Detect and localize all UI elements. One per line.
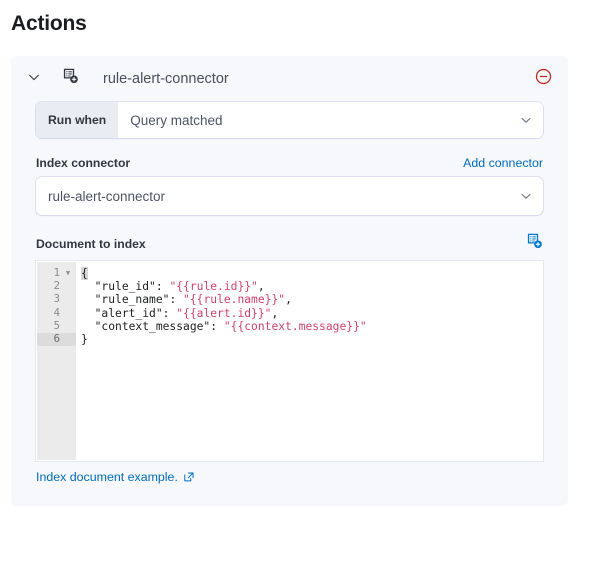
code-token-punct: :: [155, 280, 170, 294]
editor-line-number: 2▼: [53, 280, 60, 293]
index-connector-selected-value: rule-alert-connector: [48, 188, 166, 204]
code-token-punct: ,: [257, 280, 265, 294]
editor-code-line: "rule_id": "{{rule.id}}",: [81, 280, 542, 293]
add-variable-button[interactable]: [526, 233, 543, 255]
chevron-down-icon: [519, 113, 533, 127]
document-to-index-row: Document to index 1 ▼ 2 3 4 5 6 {"rule_…: [36, 233, 543, 484]
index-connector-select[interactable]: rule-alert-connector: [36, 177, 543, 215]
code-token-str: "{{context.message}}": [223, 319, 367, 333]
code-token-punct: [81, 293, 95, 306]
code-token-key: "rule_id": [94, 280, 156, 294]
run-when-group: Run when Query matched: [36, 102, 543, 138]
page-title: Actions: [11, 12, 87, 35]
add-connector-link[interactable]: Add connector: [463, 156, 543, 170]
editor-gutter: 1▼2▼3▼4▼5▼6▼: [37, 262, 76, 460]
run-when-label: Run when: [36, 102, 119, 138]
code-token-key: "context_message": [94, 319, 211, 333]
code-token-punct: [81, 280, 95, 293]
code-token-key: "rule_name": [94, 293, 170, 307]
editor-code-line: "alert_id": "{{alert.id}}",: [81, 307, 542, 320]
index-connector-head: Index connector Add connector: [36, 156, 543, 170]
editor-line-number: 1 ▼: [53, 267, 72, 279]
collapse-toggle-button[interactable]: [25, 70, 43, 88]
run-when-selected-value: Query matched: [130, 112, 223, 128]
index-document-icon: [526, 233, 543, 255]
action-panel-header: rule-alert-connector: [11, 56, 568, 102]
editor-line-number: 3▼: [53, 293, 60, 306]
action-panel-body: Run when Query matched Index connector A…: [11, 102, 568, 506]
code-token-str: "{{rule.name}}": [183, 293, 286, 307]
code-token-punct: :: [162, 306, 177, 320]
editor-code-line: {: [81, 267, 542, 280]
fold-triangle-icon[interactable]: ▼: [64, 270, 72, 277]
index-connector-row: Index connector Add connector rule-alert…: [36, 156, 543, 215]
chevron-down-icon: [27, 70, 41, 89]
document-to-index-head: Document to index: [36, 233, 543, 255]
code-token-key: "alert_id": [94, 306, 163, 320]
editor-code-line: "context_message": "{{context.message}}": [81, 320, 542, 333]
code-token-str: "{{alert.id}}": [176, 306, 272, 320]
run-when-select[interactable]: Query matched: [118, 102, 543, 138]
editor-line-number: 5▼: [53, 319, 60, 332]
document-to-index-label: Document to index: [36, 237, 146, 251]
action-panel: rule-alert-connector Run when Query matc…: [11, 56, 568, 506]
code-token-punct: [81, 320, 95, 333]
code-token-punct: }: [81, 332, 88, 346]
code-token-str: "{{rule.id}}": [169, 280, 258, 294]
circle-minus-icon: [535, 68, 552, 90]
index-document-icon: [62, 68, 79, 90]
code-token-punct: {: [81, 267, 88, 280]
editor-line-number: 4▼: [53, 306, 60, 319]
code-token-punct: ,: [271, 306, 279, 320]
code-token-punct: ,: [285, 293, 292, 307]
editor-code-line: }: [81, 333, 542, 346]
index-document-example-link[interactable]: Index document example.: [36, 470, 178, 484]
external-link-icon[interactable]: [183, 471, 195, 483]
code-token-punct: :: [169, 293, 184, 307]
index-connector-label: Index connector: [36, 156, 131, 170]
chevron-down-icon: [519, 189, 533, 203]
remove-action-button[interactable]: [532, 68, 554, 90]
action-type-icon-wrapper: [62, 68, 79, 90]
action-connector-name: rule-alert-connector: [103, 71, 229, 87]
editor-code-area[interactable]: { "rule_id": "{{rule.id}}", "rule_name":…: [76, 262, 542, 460]
code-token-punct: :: [210, 319, 224, 333]
editor-code-line: "rule_name": "{{rule.name}}",: [81, 293, 542, 306]
document-to-index-editor[interactable]: 1▼2▼3▼4▼5▼6▼ { "rule_id": "{{rule.id}}",…: [36, 261, 543, 461]
run-when-row: Run when Query matched: [36, 102, 543, 138]
code-token-punct: [81, 307, 95, 320]
editor-footer: Index document example.: [36, 470, 543, 484]
editor-line-number: 6▼: [37, 332, 76, 347]
